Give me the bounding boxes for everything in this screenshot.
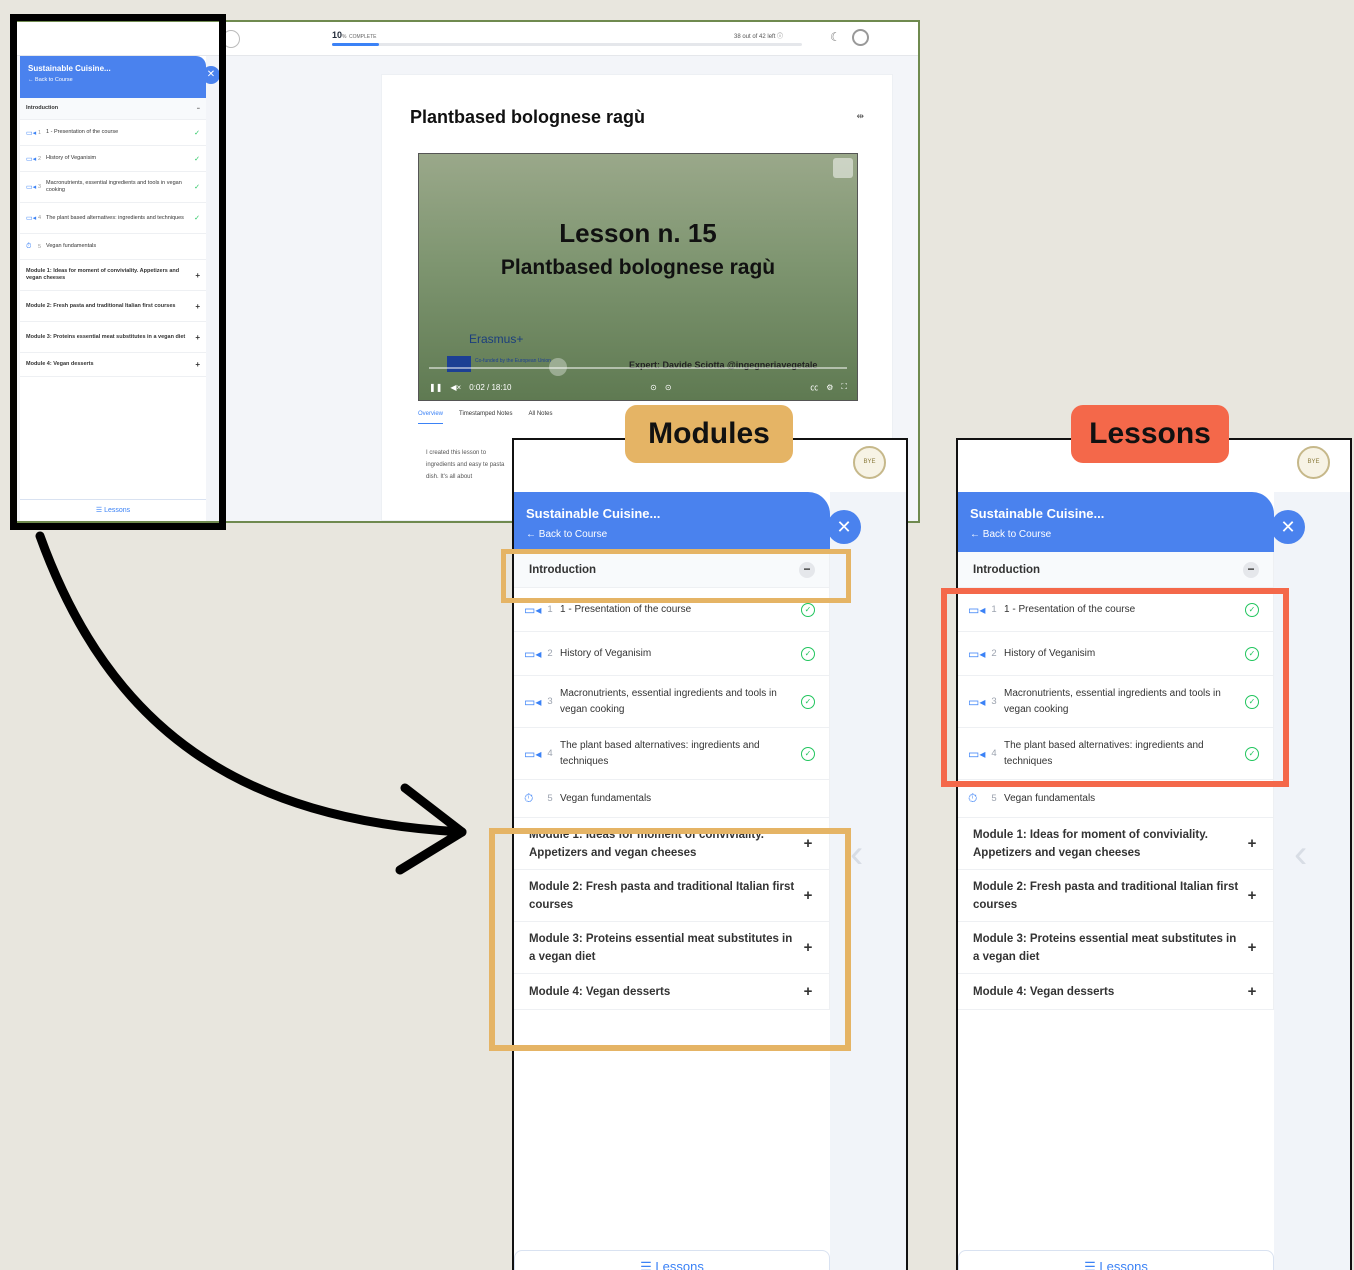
lesson-title: Macronutrients, essential ingredients an… bbox=[560, 687, 777, 715]
video-icon: ▭◂ bbox=[524, 746, 542, 761]
chevron-left-icon[interactable]: ‹ bbox=[1294, 832, 1307, 877]
lesson-item[interactable]: ▭◂ 3 Macronutrients, essential ingredients… bbox=[514, 676, 829, 728]
module-title: Module 3: Proteins essential meat substi… bbox=[973, 932, 1237, 963]
lesson-title: Vegan fundamentals bbox=[1004, 792, 1096, 804]
sidebar-header: Sustainable Cuisine... ← Back to Course bbox=[514, 492, 830, 552]
course-title: Sustainable Cuisine... bbox=[526, 506, 661, 521]
chevron-left-icon[interactable]: ‹ bbox=[850, 832, 863, 877]
timer-icon: ⏱ bbox=[968, 791, 978, 805]
lesson-title: 1 - Presentation of the course bbox=[560, 603, 692, 615]
lesson-item[interactable]: ▭◂ 2 History of Veganisim ✓ bbox=[514, 632, 829, 676]
lesson-item[interactable]: ⏱ 5 Vegan fundamentals bbox=[514, 780, 829, 818]
module-item[interactable]: Module 2: Fresh pasta and traditional It… bbox=[958, 870, 1273, 922]
module-item[interactable]: Module 4: Vegan desserts + bbox=[958, 974, 1273, 1010]
back-to-course-link[interactable]: ← Back to Course bbox=[526, 529, 818, 540]
section-introduction[interactable]: Introduction − bbox=[958, 552, 1273, 588]
video-icon: ▭◂ bbox=[524, 694, 542, 709]
plus-icon[interactable]: + bbox=[1245, 887, 1259, 904]
module-title: Module 2: Fresh pasta and traditional It… bbox=[973, 880, 1239, 911]
plus-icon[interactable]: + bbox=[1245, 835, 1259, 852]
video-icon: ▭◂ bbox=[524, 646, 542, 661]
lesson-item[interactable]: ▭◂ 4 The plant based alternatives: ingredi… bbox=[514, 728, 829, 780]
back-to-course-link[interactable]: ← Back to Course bbox=[970, 529, 1262, 540]
lessons-label: Lessons bbox=[1071, 405, 1229, 463]
lesson-title: History of Veganisim bbox=[560, 647, 652, 659]
close-icon[interactable]: ✕ bbox=[1271, 510, 1305, 544]
lesson-number: 3 bbox=[547, 696, 553, 707]
check-circle-icon: ✓ bbox=[801, 694, 815, 709]
check-circle-icon: ✓ bbox=[801, 746, 815, 761]
module-item[interactable]: Module 3: Proteins essential meat substi… bbox=[958, 922, 1273, 974]
module-title: Module 4: Vegan desserts bbox=[973, 985, 1115, 998]
lesson-number: 5 bbox=[547, 793, 553, 804]
close-icon[interactable]: ✕ bbox=[827, 510, 861, 544]
module-item[interactable]: Module 1: Ideas for moment of conviviali… bbox=[958, 818, 1273, 870]
module-title: Module 1: Ideas for moment of conviviali… bbox=[973, 828, 1208, 859]
sidebar-header: Sustainable Cuisine... ← Back to Course bbox=[958, 492, 1274, 552]
modules-highlight bbox=[489, 828, 851, 1051]
lesson-number: 1 bbox=[547, 604, 553, 615]
timer-icon: ⏱ bbox=[524, 791, 534, 805]
lessons-highlight bbox=[941, 588, 1289, 787]
course-logo-icon: BYE bbox=[1297, 446, 1330, 479]
lesson-number: 2 bbox=[547, 648, 553, 659]
plus-icon[interactable]: + bbox=[1245, 983, 1259, 1000]
modules-label: Modules bbox=[625, 405, 793, 463]
introduction-highlight bbox=[501, 549, 851, 603]
video-icon: ▭◂ bbox=[524, 602, 542, 617]
plus-icon[interactable]: + bbox=[1245, 939, 1259, 956]
lesson-title: Vegan fundamentals bbox=[560, 792, 652, 804]
lessons-tab[interactable]: ☰ Lessons bbox=[958, 1250, 1274, 1270]
course-logo-icon: BYE bbox=[853, 446, 886, 479]
lesson-number: 5 bbox=[991, 793, 997, 804]
collapse-icon[interactable]: − bbox=[1243, 561, 1259, 578]
check-circle-icon: ✓ bbox=[801, 602, 815, 617]
lessons-tab[interactable]: ☰ Lessons bbox=[514, 1250, 830, 1270]
zoomed-sidebar-lessons: BYE ‹ Sustainable Cuisine... ← Back to C… bbox=[956, 438, 1352, 1270]
lesson-number: 4 bbox=[547, 748, 553, 759]
course-title: Sustainable Cuisine... bbox=[970, 506, 1105, 521]
lesson-title: The plant based alternatives: ingredient… bbox=[560, 739, 760, 767]
check-circle-icon: ✓ bbox=[801, 646, 815, 661]
